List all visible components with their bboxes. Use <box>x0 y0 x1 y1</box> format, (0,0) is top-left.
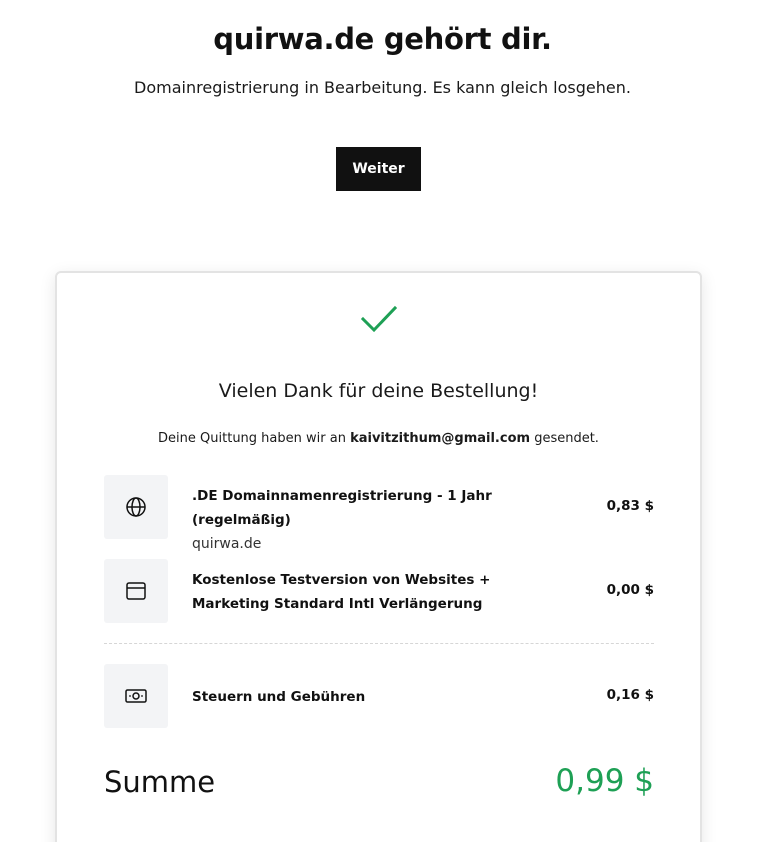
line-item-icon-box <box>104 475 168 539</box>
line-item-title: Kostenlose Testversion von Websites + Ma… <box>192 572 491 612</box>
line-item-price: 0,16 $ <box>606 687 654 703</box>
line-item-icon-box <box>104 559 168 623</box>
line-item-text: Steuern und Gebühren <box>192 685 572 709</box>
order-summary-card <box>55 271 702 842</box>
line-item-title: Steuern und Gebühren <box>192 689 366 705</box>
receipt-prefix: Deine Quittung haben wir an <box>158 431 346 446</box>
line-item-title: .DE Domainnamenregistrierung - 1 Jahr (r… <box>192 488 492 528</box>
line-item-website-trial: Kostenlose Testversion von Websites + Ma… <box>104 559 654 623</box>
browser-window-icon <box>126 582 146 600</box>
line-item-domain-name: quirwa.de <box>192 536 262 552</box>
page-title: quirwa.de gehört dir. <box>213 22 552 56</box>
continue-button[interactable]: Weiter <box>336 147 421 191</box>
line-item-price: 0,00 $ <box>606 582 654 598</box>
line-item-text: .DE Domainnamenregistrierung - 1 Jahr (r… <box>192 484 572 556</box>
receipt-suffix: gesendet. <box>534 431 599 446</box>
globe-icon <box>126 497 146 517</box>
order-confirmation-page: quirwa.de gehört dir. Domainregistrierun… <box>0 0 765 842</box>
divider <box>104 643 654 644</box>
line-item-text: Kostenlose Testversion von Websites + Ma… <box>192 568 572 616</box>
total-label: Summe <box>104 765 216 799</box>
receipt-notice: Deine Quittung haben wir an kaivitzithum… <box>0 431 757 446</box>
receipt-email: kaivitzithum@gmail.com <box>350 431 531 446</box>
line-item-domain: .DE Domainnamenregistrierung - 1 Jahr (r… <box>104 475 654 552</box>
line-item-icon-box <box>104 664 168 728</box>
line-item-price: 0,83 $ <box>606 498 654 514</box>
page-subtitle: Domainregistrierung in Bearbeitung. Es k… <box>134 78 631 97</box>
total-value: 0,99 $ <box>555 763 654 799</box>
thank-you-message: Vielen Dank für deine Bestellung! <box>218 380 539 402</box>
money-icon <box>125 689 147 703</box>
line-item-taxes: Steuern und Gebühren 0,16 $ <box>104 664 654 728</box>
checkmark-icon <box>361 305 397 333</box>
